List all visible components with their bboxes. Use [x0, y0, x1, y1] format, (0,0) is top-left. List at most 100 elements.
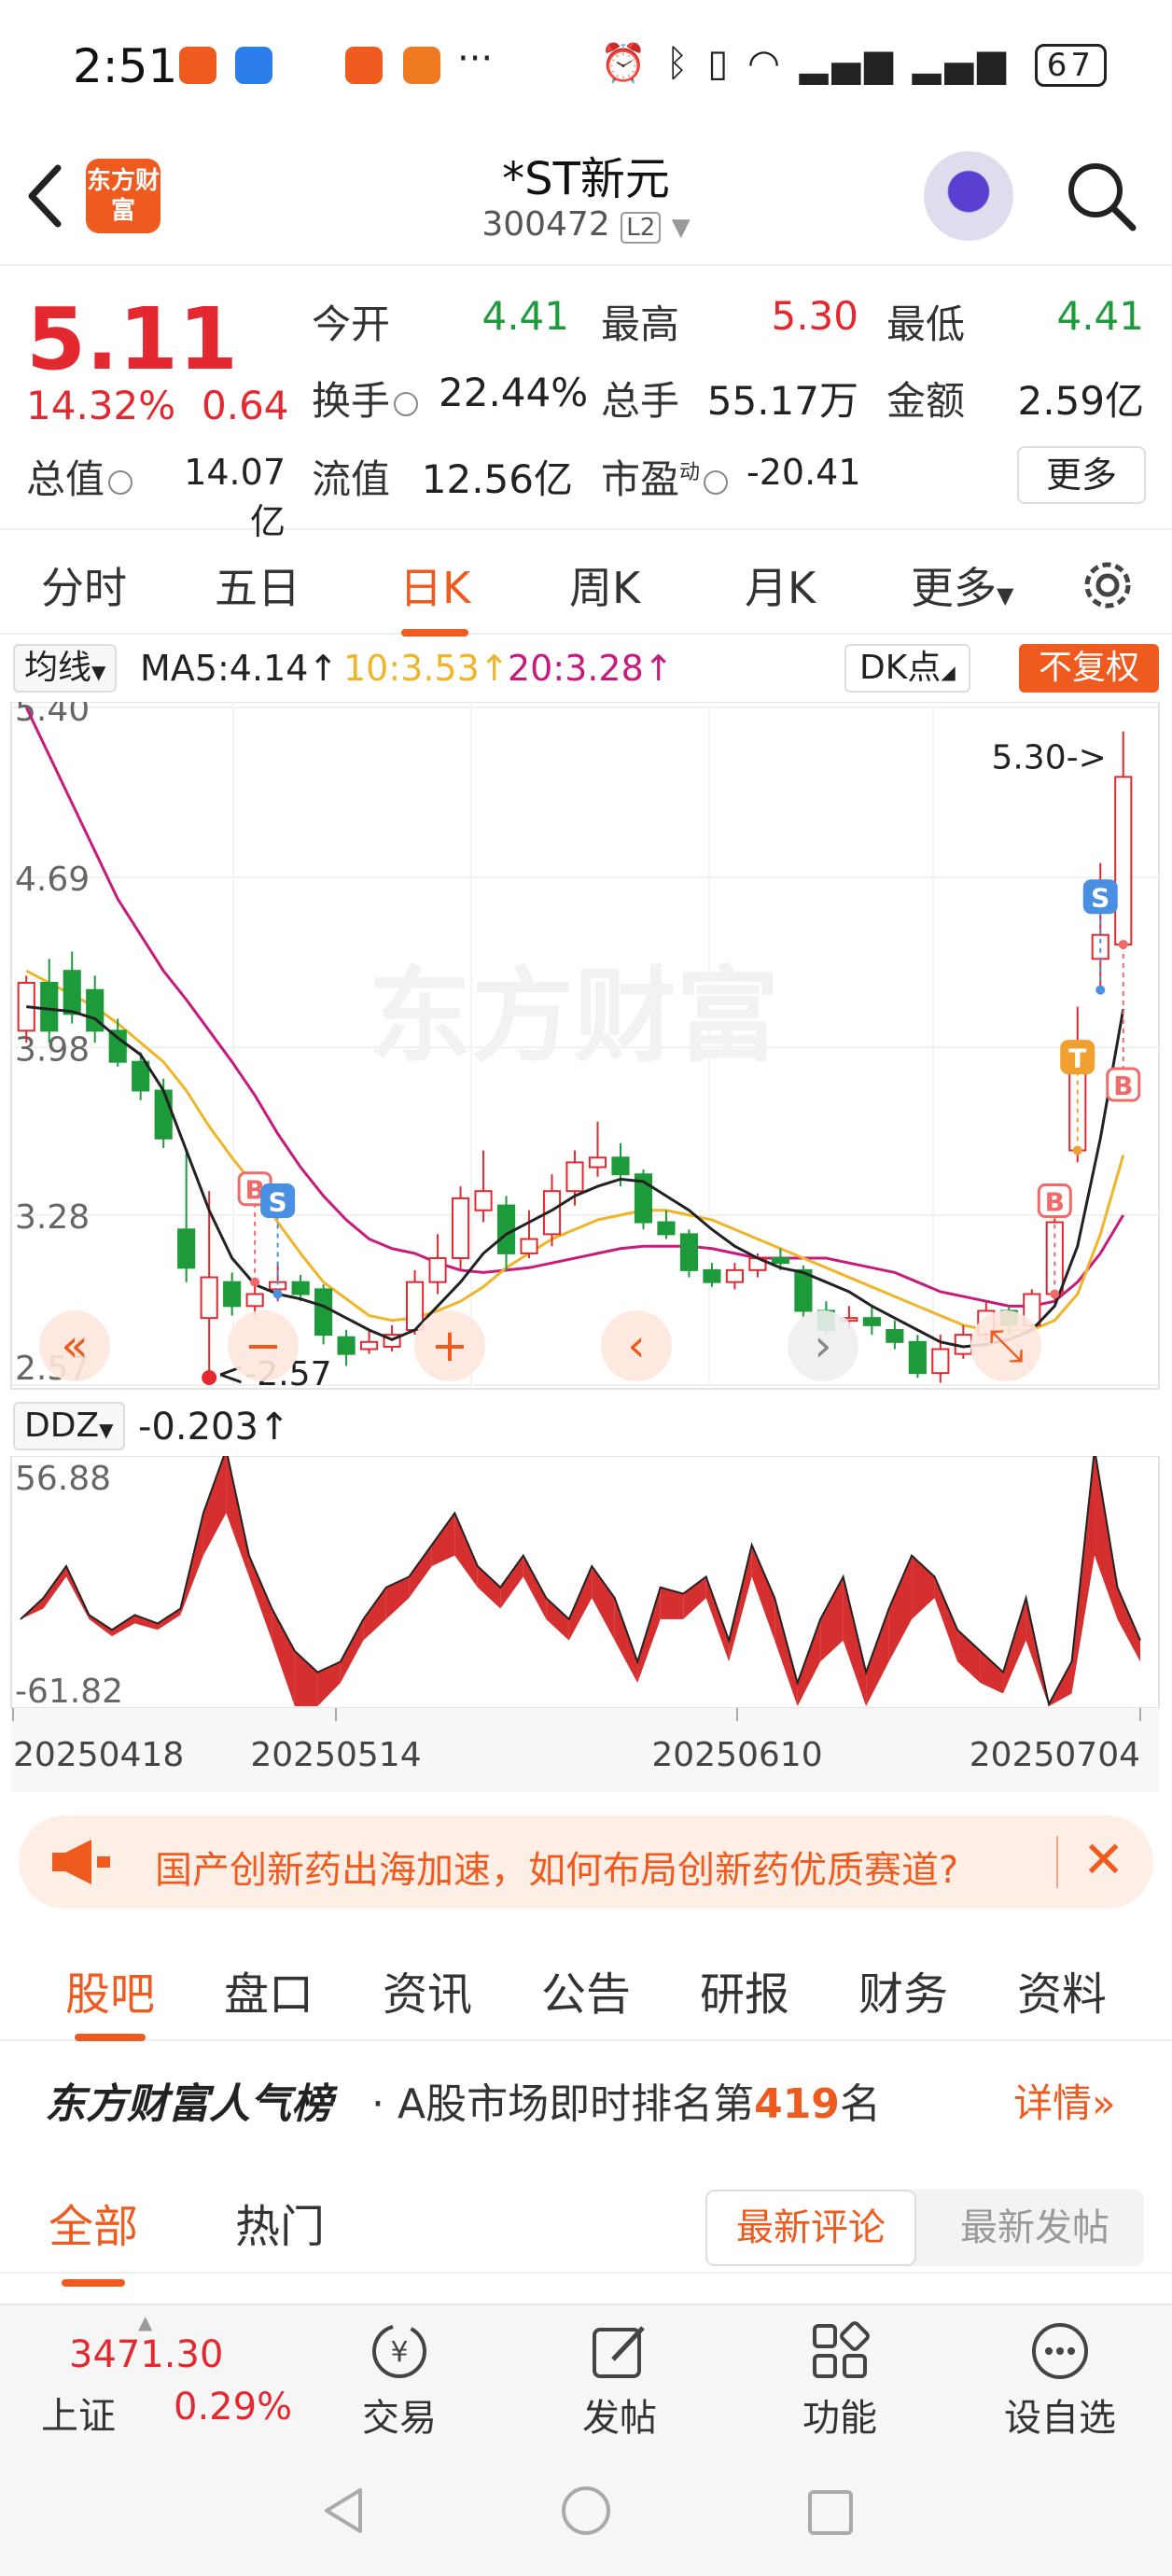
- candle-body: [154, 1089, 173, 1140]
- candle-body: [200, 1276, 218, 1320]
- nav-trade[interactable]: ¥ 交易: [325, 2318, 474, 2442]
- adjust-button[interactable]: 不复权: [1019, 644, 1159, 693]
- tab-daily-k[interactable]: 日K: [399, 554, 470, 637]
- candle-body: [886, 1328, 904, 1343]
- tab-more[interactable]: 更多▼: [911, 554, 1013, 616]
- dk-point-select[interactable]: DK点◢: [844, 644, 970, 693]
- candle-body: [245, 1293, 264, 1308]
- volume-value: 55.17万: [706, 378, 858, 424]
- candle-body: [611, 1156, 630, 1176]
- chevron-down-icon: ▼: [91, 661, 106, 683]
- system-nav-bar: [0, 2443, 1172, 2576]
- ma-row: 均线▼ MA5:4.14↑ 10:3.53↑ 20:3.28↑ DK点◢ 不复权: [0, 637, 1172, 702]
- turnover-value: 22.44%: [439, 370, 589, 415]
- signal-label: B: [1113, 1071, 1133, 1101]
- chevron-down-icon: ▼: [99, 1419, 114, 1441]
- sort-latest-post[interactable]: 最新发帖: [926, 2190, 1144, 2266]
- rank-number: 419: [754, 2080, 840, 2128]
- search-button[interactable]: [1064, 159, 1138, 233]
- more-icon: [1032, 2323, 1088, 2379]
- close-icon[interactable]: ✕: [1082, 1830, 1124, 1889]
- prev-button[interactable]: ‹: [601, 1310, 672, 1381]
- sort-toggle: 最新评论 最新发帖: [705, 2190, 1144, 2266]
- ma-select[interactable]: 均线▼: [13, 644, 118, 693]
- nav-recents-icon[interactable]: [804, 2486, 857, 2539]
- rank-text: · A股市场即时排名第419名: [371, 2080, 881, 2128]
- tab-news[interactable]: 资讯: [383, 1957, 472, 2023]
- zoom-out-button[interactable]: −: [228, 1310, 299, 1381]
- candle-body: [588, 1156, 607, 1169]
- index-value: 3471.30: [69, 2333, 224, 2376]
- ma10-value: 10:3.53↑: [343, 648, 509, 689]
- search-icon: [1068, 163, 1137, 231]
- nav-functions[interactable]: 功能: [765, 2318, 914, 2442]
- candle-body: [451, 1197, 470, 1260]
- level-badge: L2: [621, 212, 662, 244]
- chevron-down-icon: ▼: [671, 214, 691, 242]
- tab-intraday[interactable]: 分时: [41, 554, 127, 616]
- tab-profile[interactable]: 资料: [1017, 1957, 1107, 2023]
- signal-label: T: [1068, 1043, 1086, 1074]
- tab-weekly-k[interactable]: 周K: [569, 554, 640, 616]
- signal-label: B: [1045, 1187, 1065, 1218]
- nav-back-icon[interactable]: [317, 2485, 370, 2537]
- tab-monthly-k[interactable]: 月K: [745, 554, 816, 616]
- turnover-label[interactable]: 换手: [312, 370, 422, 427]
- ma20-value: 20:3.28↑: [508, 648, 674, 689]
- tab-pankou[interactable]: 盘口: [224, 1957, 314, 2023]
- bluetooth-icon: ᛒ: [665, 42, 692, 85]
- zoom-in-button[interactable]: +: [414, 1310, 485, 1381]
- x-tick-label: 20250704: [970, 1736, 1140, 1774]
- y-tick-label: 3.28: [15, 1198, 90, 1237]
- tab-research[interactable]: 研报: [700, 1957, 789, 2023]
- rank-details-link[interactable]: 详情»: [1013, 2072, 1116, 2129]
- volume-label: 总手: [601, 378, 680, 424]
- mktcap-label[interactable]: 总值: [26, 448, 136, 505]
- notification-app-icon: [179, 47, 216, 84]
- battery-indicator: 67: [1034, 44, 1107, 87]
- more-quote-button[interactable]: 更多: [1017, 446, 1146, 504]
- expand-arrow-icon[interactable]: ▲: [138, 2311, 152, 2333]
- candle-body: [108, 1029, 127, 1063]
- assistant-avatar[interactable]: [924, 151, 1013, 241]
- rank-brand: 东方财富人气榜: [45, 2080, 332, 2128]
- news-banner[interactable]: 国产创新药出海加速，如何布局创新药优质赛道? ✕: [19, 1815, 1153, 1909]
- settings-button[interactable]: [1079, 556, 1137, 618]
- tab-finance[interactable]: 财务: [858, 1957, 948, 2023]
- tab-announcements[interactable]: 公告: [541, 1957, 631, 2023]
- low-label: 最低: [886, 301, 966, 347]
- candle-body: [496, 1204, 516, 1254]
- ddz-chart[interactable]: 56.88 -61.82 20250418 20250514 20250610 20250…: [0, 1456, 1172, 1797]
- kline-chart[interactable]: 5.404.693.983.282.57东方财富BSBTSB5.30-><-2.…: [0, 702, 1172, 1393]
- more-notifications-icon: ···: [457, 37, 494, 80]
- signal-dot: [1095, 985, 1106, 995]
- stock-code: 300472: [481, 205, 610, 244]
- filter-hot[interactable]: 热门: [235, 2190, 325, 2255]
- candle-body: [177, 1228, 196, 1269]
- nav-add-watchlist[interactable]: 设自选: [985, 2318, 1135, 2442]
- candle-body: [703, 1268, 721, 1283]
- nav-home-icon[interactable]: [560, 2485, 612, 2537]
- amount-value: 2.59亿: [1017, 378, 1144, 424]
- system-indicators: ⏰ ᛒ ▯ ◠ ▂▄▆ ▂▄▆ 67: [600, 41, 1107, 87]
- divider: [1056, 1836, 1058, 1888]
- indicator-select[interactable]: DDZ▼: [13, 1402, 125, 1450]
- low-value: 4.41: [1056, 293, 1144, 339]
- info-icon: [394, 391, 419, 416]
- candle-body: [40, 982, 59, 1032]
- rewind-button[interactable]: «: [39, 1310, 110, 1381]
- sort-latest-comment[interactable]: 最新评论: [705, 2190, 916, 2266]
- filter-all[interactable]: 全部: [49, 2190, 138, 2287]
- fullscreen-button[interactable]: ⤡: [970, 1310, 1041, 1381]
- rewind-icon: «: [61, 1320, 88, 1372]
- nav-post[interactable]: 发帖: [545, 2318, 694, 2442]
- next-button[interactable]: ›: [788, 1310, 858, 1381]
- zoom-in-icon: +: [431, 1320, 468, 1372]
- pe-label[interactable]: 市盈动: [601, 448, 732, 505]
- period-tabs: 分时 五日 日K 周K 月K 更多▼: [0, 532, 1172, 637]
- tab-guba[interactable]: 股吧: [65, 1957, 155, 2041]
- candle-body: [63, 970, 81, 1015]
- index-percent: 0.29%: [174, 2386, 293, 2429]
- tab-five-day[interactable]: 五日: [215, 554, 300, 616]
- pe-value: -20.41: [746, 452, 861, 493]
